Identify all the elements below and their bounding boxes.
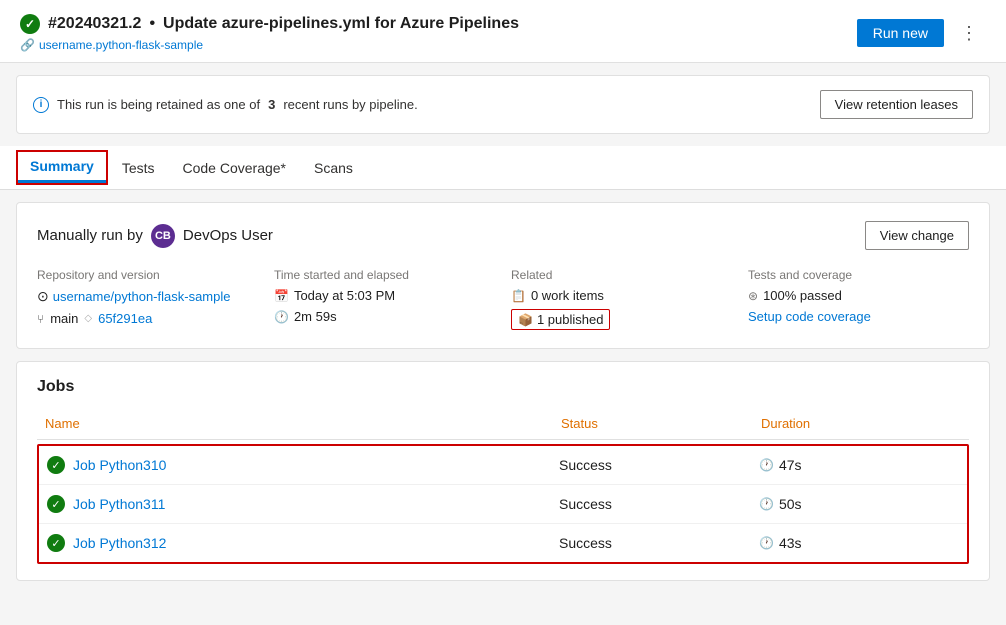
run-id: #20240321.2: [48, 15, 141, 33]
col-name-header: Name: [45, 416, 561, 431]
work-items-value: 0 work items: [531, 288, 604, 303]
clock-icon-3: 🕐: [759, 536, 774, 550]
jobs-title: Jobs: [37, 378, 969, 396]
main-content: Manually run by CB DevOps User View chan…: [0, 190, 1006, 593]
jobs-highlighted: ✓ Job Python310 Success 🕐 47s ✓ Job Pyth…: [37, 444, 969, 564]
tabs-bar: Summary Tests Code Coverage* Scans: [0, 146, 1006, 190]
tab-scans[interactable]: Scans: [300, 150, 367, 189]
user-avatar: CB: [151, 224, 175, 248]
more-button[interactable]: ⋮: [952, 19, 986, 48]
work-items-row: 📋 0 work items: [511, 288, 732, 303]
success-icon-1: ✓: [47, 456, 65, 474]
meta-grid: Repository and version ⊙ username/python…: [37, 268, 969, 330]
manually-run-row: Manually run by CB DevOps User View chan…: [37, 221, 969, 250]
summary-card: Manually run by CB DevOps User View chan…: [16, 202, 990, 349]
job-duration-3: 🕐 43s: [759, 535, 959, 551]
jobs-header: Name Status Duration: [37, 412, 969, 440]
meta-tests-col: Tests and coverage ⊛ 100% passed Setup c…: [748, 268, 969, 330]
related-label: Related: [511, 268, 732, 282]
clock-icon-1: 🕐: [759, 458, 774, 472]
workitem-icon: 📋: [511, 289, 526, 303]
view-retention-button[interactable]: View retention leases: [820, 90, 973, 119]
job-duration-2: 🕐 50s: [759, 496, 959, 512]
branch-name: main: [50, 311, 78, 326]
job-link-1[interactable]: Job Python310: [73, 457, 166, 473]
artifact-icon: 📦: [518, 313, 533, 327]
table-row: ✓ Job Python312 Success 🕐 43s: [39, 524, 967, 562]
duration-value-3: 43s: [779, 535, 802, 551]
elapsed-value: 2m 59s: [294, 309, 337, 324]
meta-time-col: Time started and elapsed 📅 Today at 5:03…: [274, 268, 495, 330]
duration-value-1: 47s: [779, 457, 802, 473]
job-name-1: ✓ Job Python310: [47, 456, 559, 474]
info-icon: i: [33, 97, 49, 113]
calendar-icon: 📅: [274, 289, 289, 303]
meta-related-col: Related 📋 0 work items 📦 1 published: [511, 268, 732, 330]
tests-passed-row: ⊛ 100% passed: [748, 288, 969, 303]
job-link-2[interactable]: Job Python311: [73, 496, 165, 512]
tab-summary-wrapper: Summary: [16, 150, 108, 185]
success-icon-2: ✓: [47, 495, 65, 513]
col-duration-header: Duration: [761, 416, 961, 431]
tests-passed-value: 100% passed: [763, 288, 842, 303]
published-value: 1 published: [537, 312, 604, 327]
success-icon: ✓: [20, 14, 40, 34]
table-row: ✓ Job Python311 Success 🕐 50s: [39, 485, 967, 524]
retention-message: i This run is being retained as one of 3…: [33, 97, 418, 113]
job-name-2: ✓ Job Python311: [47, 495, 559, 513]
user-name: DevOps User: [183, 227, 273, 244]
separator: •: [149, 15, 155, 33]
header-right: Run new ⋮: [857, 19, 986, 48]
manually-run-left: Manually run by CB DevOps User: [37, 224, 273, 248]
clock-icon-2: 🕐: [759, 497, 774, 511]
time-label: Time started and elapsed: [274, 268, 495, 282]
meta-repo-col: Repository and version ⊙ username/python…: [37, 268, 258, 330]
github-icon: ⊙: [37, 288, 49, 305]
header-left: ✓ #20240321.2 • Update azure-pipelines.y…: [20, 14, 519, 52]
repo-link[interactable]: username.python-flask-sample: [39, 38, 203, 52]
commit-hash[interactable]: 65f291ea: [98, 311, 152, 326]
job-status-1: Success: [559, 457, 759, 473]
jobs-card: Jobs Name Status Duration ✓ Job Python31…: [16, 361, 990, 581]
col-status-header: Status: [561, 416, 761, 431]
job-name-3: ✓ Job Python312: [47, 534, 559, 552]
table-row: ✓ Job Python310 Success 🕐 47s: [39, 446, 967, 485]
tab-tests[interactable]: Tests: [108, 150, 169, 189]
header-title: ✓ #20240321.2 • Update azure-pipelines.y…: [20, 14, 519, 34]
job-duration-1: 🕐 47s: [759, 457, 959, 473]
elapsed-row: 🕐 2m 59s: [274, 309, 495, 324]
pipeline-title: Update azure-pipelines.yml for Azure Pip…: [163, 15, 519, 33]
time-value-row: 📅 Today at 5:03 PM: [274, 288, 495, 303]
check-icon: ⊛: [748, 289, 758, 303]
repo-icon: 🔗: [20, 38, 35, 52]
repo-link-full[interactable]: username/python-flask-sample: [53, 289, 231, 304]
run-new-button[interactable]: Run new: [857, 19, 944, 47]
branch-commit-row: ⑂ main ◇ 65f291ea: [37, 311, 258, 326]
setup-coverage-row: Setup code coverage: [748, 309, 969, 324]
view-change-button[interactable]: View change: [865, 221, 969, 250]
clock-icon: 🕐: [274, 310, 289, 324]
repo-value-row: ⊙ username/python-flask-sample: [37, 288, 258, 305]
repo-label: Repository and version: [37, 268, 258, 282]
branch-icon: ⑂: [37, 312, 44, 326]
manually-run-text: Manually run by: [37, 227, 143, 244]
success-icon-3: ✓: [47, 534, 65, 552]
setup-coverage-link[interactable]: Setup code coverage: [748, 309, 871, 324]
diamond-icon: ◇: [84, 313, 92, 324]
retention-text-2: recent runs by pipeline.: [283, 97, 417, 112]
retention-text-1: This run is being retained as one of: [57, 97, 260, 112]
time-value: Today at 5:03 PM: [294, 288, 395, 303]
tab-code-coverage[interactable]: Code Coverage*: [169, 150, 301, 189]
job-status-2: Success: [559, 496, 759, 512]
retention-bar: i This run is being retained as one of 3…: [16, 75, 990, 134]
tests-label: Tests and coverage: [748, 268, 969, 282]
duration-value-2: 50s: [779, 496, 802, 512]
tab-summary[interactable]: Summary: [18, 152, 106, 183]
job-link-3[interactable]: Job Python312: [73, 535, 166, 551]
retention-count: 3: [268, 97, 275, 112]
published-row[interactable]: 📦 1 published: [511, 309, 610, 330]
header-subtitle: 🔗 username.python-flask-sample: [20, 38, 519, 52]
page-header: ✓ #20240321.2 • Update azure-pipelines.y…: [0, 0, 1006, 63]
job-status-3: Success: [559, 535, 759, 551]
